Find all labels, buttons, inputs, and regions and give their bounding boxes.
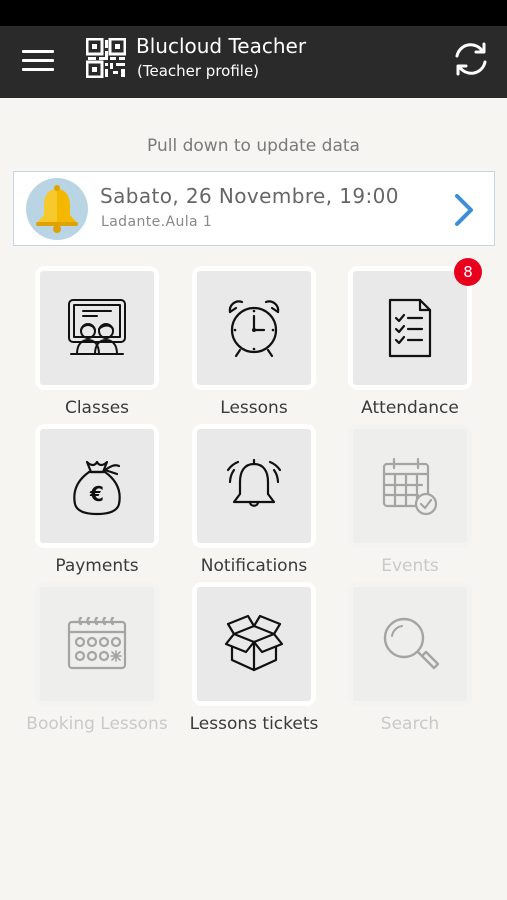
app-title: Blucloud Teacher [136,34,307,58]
bell-icon [26,178,88,240]
checklist-icon [388,298,432,358]
tile-label-search: Search [380,714,440,734]
hamburger-menu-icon[interactable] [18,44,58,78]
tile-label-events: Events [381,556,439,576]
chevron-right-icon[interactable] [452,192,476,228]
open-box-icon [224,614,284,672]
calendar-check-icon [382,457,438,516]
app-subtitle: (Teacher profile) [137,62,260,80]
alarm-clock-icon [228,300,280,358]
status-bar [0,0,507,26]
ringing-bell-icon [226,458,282,507]
booking-calendar-icon [67,616,127,670]
next-lesson-card[interactable]: Sabato, 26 Novembre, 19:00 Ladante.Aula … [13,171,495,246]
classroom-icon [68,299,126,355]
qr-code-icon [86,38,126,78]
money-bag-icon: € [73,460,121,516]
tile-label-attendance: Attendance [361,398,459,418]
app-bar: Blucloud Teacher (Teacher profile) [0,26,507,98]
attendance-badge: 8 [454,258,482,286]
magnifier-icon [383,617,440,670]
refresh-icon[interactable] [450,38,492,80]
pull-to-refresh-hint: Pull down to update data [147,136,360,156]
lesson-date: Sabato, 26 Novembre, 19:00 [100,184,399,208]
svg-text:€: € [89,482,104,506]
lesson-room: Ladante.Aula 1 [101,214,213,230]
